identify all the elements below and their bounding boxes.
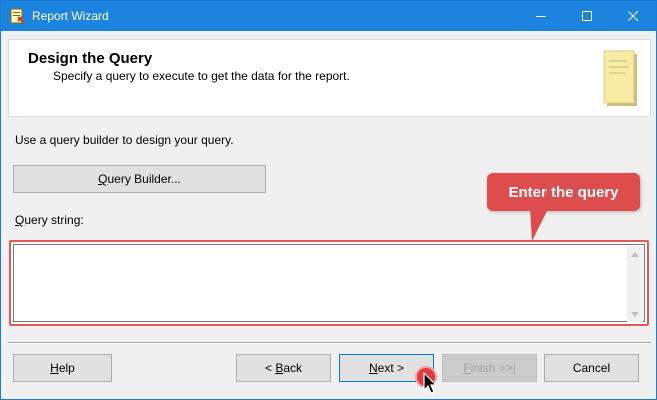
close-icon	[628, 11, 638, 21]
help-mnemonic: H	[50, 361, 59, 375]
annotation-callout: Enter the query	[487, 173, 640, 211]
title-bar[interactable]: Report Wizard	[1, 1, 656, 31]
scroll-down-icon[interactable]	[627, 306, 643, 322]
next-label: ext >	[377, 361, 405, 375]
footer-separator	[8, 342, 651, 344]
wizard-header: Design the Query Specify a query to exec…	[8, 39, 651, 117]
page-subtitle: Specify a query to execute to get the da…	[53, 69, 350, 83]
report-wizard-window: Report Wizard Design the Query Specify a…	[0, 0, 657, 400]
query-builder-mnemonic: Q	[98, 172, 108, 186]
finish-mnemonic: F	[463, 361, 471, 375]
finish-label: inish >>|	[470, 361, 516, 375]
back-button[interactable]: < Back	[236, 354, 331, 382]
mouse-cursor-icon	[423, 372, 438, 394]
finish-button[interactable]: Finish >>|	[442, 354, 537, 382]
minimize-button[interactable]	[518, 1, 564, 31]
maximize-button[interactable]	[564, 1, 610, 31]
query-scrollbar[interactable]	[627, 246, 643, 322]
minimize-icon	[536, 16, 546, 17]
query-string-mnemonic: Q	[15, 213, 25, 227]
instruction-text: Use a query builder to design your query…	[15, 133, 234, 147]
query-string-label-text: uery string:	[24, 213, 84, 227]
back-mnemonic: B	[275, 361, 284, 375]
query-builder-button[interactable]: Query Builder...	[13, 165, 266, 193]
help-label: elp	[58, 361, 75, 375]
callout-pointer	[530, 209, 548, 241]
next-mnemonic: N	[368, 361, 378, 375]
report-wizard-icon	[9, 8, 25, 24]
back-prefix: <	[264, 361, 276, 375]
maximize-icon	[582, 11, 592, 21]
callout-text: Enter the query	[508, 183, 619, 201]
query-string-highlight	[9, 240, 649, 326]
page-title: Design the Query	[28, 50, 153, 67]
scroll-up-icon[interactable]	[627, 246, 643, 262]
window-title: Report Wizard	[32, 9, 109, 23]
back-label: ack	[283, 361, 303, 375]
help-button[interactable]: Help	[13, 354, 112, 382]
cancel-button[interactable]: Cancel	[544, 354, 639, 382]
close-button[interactable]	[610, 1, 656, 31]
cancel-label: Cancel	[572, 361, 611, 375]
query-string-label: Query string:	[15, 213, 84, 227]
query-string-input[interactable]	[13, 244, 645, 322]
report-page-icon	[601, 48, 641, 110]
query-builder-label: uery Builder...	[107, 172, 181, 186]
